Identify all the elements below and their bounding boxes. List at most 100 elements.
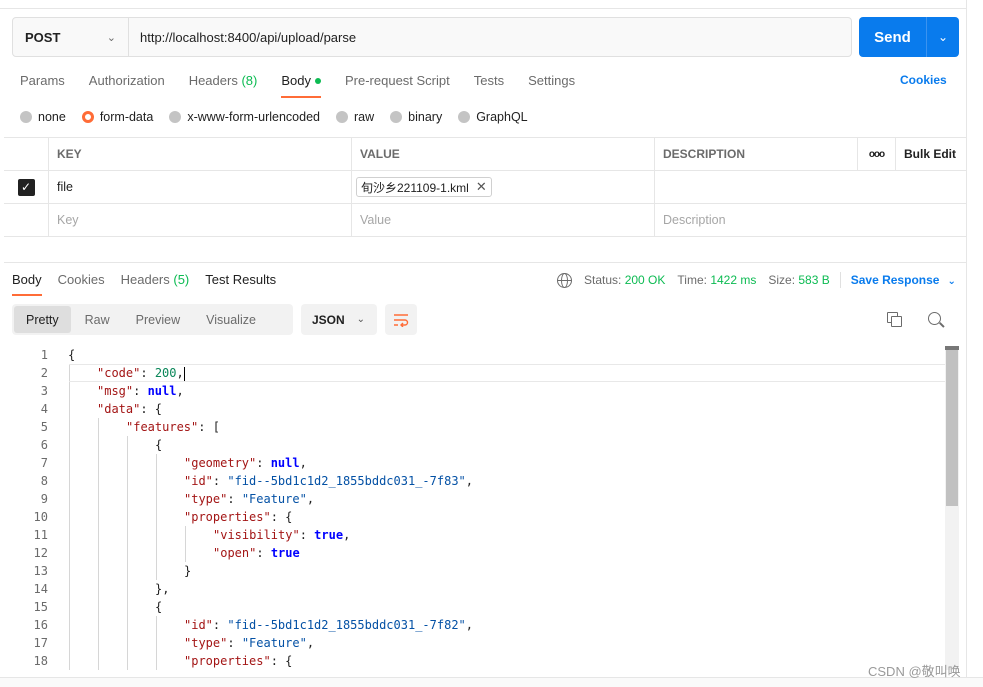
- tab-params[interactable]: Params: [20, 70, 65, 98]
- radio-circle-icon: [458, 111, 471, 123]
- format-tab-raw[interactable]: Raw: [73, 306, 122, 333]
- response-tab-body[interactable]: Body: [12, 272, 42, 296]
- new-value-input[interactable]: Value: [352, 204, 655, 236]
- radio-binary[interactable]: binary: [390, 110, 442, 124]
- url-input[interactable]: http://localhost:8400/api/upload/parse: [129, 18, 851, 56]
- code-line: 1{: [0, 346, 945, 364]
- code-token: :: [256, 456, 271, 470]
- new-key-input[interactable]: Key: [49, 204, 352, 236]
- response-body-code[interactable]: 1{2 "code": 200, 3 "msg": null, 4 "data": {5 "…: [0, 346, 945, 670]
- indent-guide: [69, 472, 70, 490]
- code-line: 16 "id": "fid--5bd1c1d2_1855bddc031_-7f82…: [0, 616, 945, 634]
- key-cell[interactable]: file: [49, 171, 352, 203]
- radio-x-www-form-urlencoded[interactable]: x-www-form-urlencoded: [169, 110, 320, 124]
- tab-settings[interactable]: Settings: [528, 70, 575, 98]
- code-line: 9 "type": "Feature",: [0, 490, 945, 508]
- watermark: CSDN @敬叫唤: [868, 664, 961, 679]
- indent-guide: [98, 562, 99, 580]
- indent-guide: [98, 580, 99, 598]
- indent-guide: [98, 508, 99, 526]
- code-token: 200: [154, 366, 177, 380]
- status-value[interactable]: 200 OK: [625, 273, 666, 287]
- wrap-lines-icon[interactable]: [385, 304, 417, 335]
- indent-guide: [69, 580, 70, 598]
- code-text: "geometry": null,: [48, 454, 307, 472]
- format-tab-pretty[interactable]: Pretty: [14, 306, 71, 333]
- more-options-icon[interactable]: ooo: [858, 138, 896, 170]
- indent-guide: [98, 526, 99, 544]
- new-description-input[interactable]: Description: [655, 204, 965, 236]
- tab-headers[interactable]: Headers (8): [189, 70, 258, 98]
- send-options-chevron-icon[interactable]: ⌄: [927, 17, 959, 57]
- cookies-link[interactable]: Cookies: [900, 73, 947, 87]
- row-enabled-checkbox[interactable]: ✓: [17, 178, 35, 196]
- code-text: "type": "Feature",: [48, 490, 314, 508]
- code-token: "type": [184, 492, 228, 506]
- remove-file-close-icon[interactable]: ✕: [476, 179, 487, 195]
- indent-guide: [156, 454, 157, 472]
- indent-guide: [69, 652, 70, 670]
- radio-none[interactable]: none: [20, 110, 66, 124]
- size-value[interactable]: 583 B: [798, 273, 829, 287]
- method-value: POST: [25, 29, 61, 45]
- code-token: ,: [465, 474, 474, 488]
- search-icon[interactable]: [927, 311, 945, 329]
- method-select[interactable]: POST ⌄: [13, 18, 129, 56]
- code-token: "fid--5bd1c1d2_1855bddc031_-7f83": [227, 474, 466, 488]
- code-text: {: [48, 346, 75, 364]
- code-token: : {: [270, 654, 293, 668]
- tab-authorization[interactable]: Authorization: [89, 70, 165, 98]
- tab-body[interactable]: Body: [281, 70, 321, 98]
- scrollbar-thumb[interactable]: [946, 350, 958, 506]
- description-cell[interactable]: [655, 171, 965, 203]
- tab-tests[interactable]: Tests: [474, 70, 504, 98]
- response-scrollbar[interactable]: [945, 346, 959, 670]
- indent-guide: [127, 580, 128, 598]
- indent-guide: [69, 490, 70, 508]
- code-token: :: [212, 474, 228, 488]
- send-button[interactable]: Send ⌄: [859, 17, 959, 57]
- format-tab-preview[interactable]: Preview: [124, 306, 192, 333]
- format-tab-visualize[interactable]: Visualize: [194, 306, 268, 333]
- code-token: "type": [184, 636, 228, 650]
- copy-icon[interactable]: [887, 312, 903, 328]
- line-number: 12: [33, 546, 48, 560]
- column-header-value: VALUE: [352, 138, 655, 170]
- radio-graphql[interactable]: GraphQL: [458, 110, 528, 124]
- save-response-button[interactable]: Save Response ⌄: [851, 273, 956, 287]
- indent-guide: [69, 508, 70, 526]
- line-number: 18: [33, 654, 48, 668]
- bulk-edit-button[interactable]: Bulk Edit: [896, 138, 966, 170]
- chevron-down-icon: ⌄: [356, 314, 365, 325]
- response-tab-test-results[interactable]: Test Results: [205, 272, 276, 296]
- time-value[interactable]: 1422 ms: [710, 273, 756, 287]
- tab-pre-request-script[interactable]: Pre-request Script: [345, 70, 450, 98]
- table-header-row: KEY VALUE DESCRIPTION ooo Bulk Edit: [4, 138, 966, 171]
- code-token: :: [227, 492, 242, 506]
- code-token: "fid--5bd1c1d2_1855bddc031_-7f82": [227, 618, 466, 632]
- code-text: "id": "fid--5bd1c1d2_1855bddc031_-7f83",: [48, 472, 473, 490]
- text-cursor: [183, 366, 185, 381]
- code-token: : [: [198, 420, 220, 434]
- globe-icon[interactable]: [557, 272, 572, 288]
- code-line: 13}: [0, 562, 945, 580]
- code-token: "properties": [184, 654, 271, 668]
- value-cell[interactable]: 旬沙乡221109-1.kml ✕: [352, 171, 655, 203]
- code-line: 17 "type": "Feature",: [0, 634, 945, 652]
- code-token: ,: [465, 618, 474, 632]
- radio-raw[interactable]: raw: [336, 110, 374, 124]
- indent-guide: [98, 472, 99, 490]
- line-number: 8: [40, 474, 48, 488]
- radio-form-data[interactable]: form-data: [81, 110, 153, 124]
- code-text: },: [48, 580, 169, 598]
- file-chip: 旬沙乡221109-1.kml ✕: [356, 177, 492, 197]
- line-number: 4: [40, 402, 48, 416]
- indent-guide: [127, 508, 128, 526]
- line-number: 9: [40, 492, 48, 506]
- code-text: {: [48, 436, 162, 454]
- format-select[interactable]: JSON ⌄: [301, 304, 377, 335]
- code-text: "id": "fid--5bd1c1d2_1855bddc031_-7f82",: [48, 616, 473, 634]
- code-token: {: [155, 600, 163, 614]
- response-tab-cookies[interactable]: Cookies: [58, 272, 105, 296]
- response-tab-headers[interactable]: Headers (5): [121, 272, 190, 296]
